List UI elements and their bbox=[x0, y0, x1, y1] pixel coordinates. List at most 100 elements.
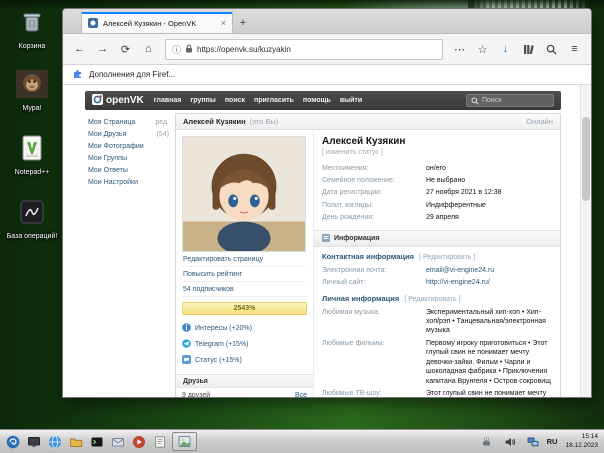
desktop-icon-label: Мура! bbox=[4, 105, 60, 113]
back-button[interactable]: ← bbox=[69, 39, 90, 60]
sidebar-item-my-settings[interactable]: Мои Настройки bbox=[86, 176, 171, 188]
field-label: Семейное положение: bbox=[322, 176, 426, 185]
vertical-scrollbar[interactable] bbox=[580, 85, 591, 397]
show-desktop-icon[interactable] bbox=[25, 433, 43, 451]
change-status-link[interactable]: [ изменить статус ] bbox=[322, 149, 552, 156]
field-value: Первому игроку приготовиться • Этот глуп… bbox=[426, 339, 552, 386]
tab-close-icon[interactable]: × bbox=[221, 19, 226, 28]
sidebar-item-my-groups[interactable]: Мои Группы bbox=[86, 152, 171, 164]
new-tab-button[interactable]: + bbox=[233, 13, 253, 33]
menu-icon[interactable]: ≡ bbox=[564, 39, 585, 60]
downloads-icon[interactable]: ↓ bbox=[495, 39, 516, 60]
edit-page-link[interactable]: Редактировать страницу bbox=[182, 252, 307, 267]
scrollbar-thumb[interactable] bbox=[582, 117, 590, 201]
addon-puzzle-icon bbox=[72, 68, 83, 81]
open-window-task-button[interactable] bbox=[172, 432, 197, 451]
desktop-icon-app[interactable]: База операций! bbox=[4, 198, 60, 241]
sidebar-item-my-answers[interactable]: Мои Ответы bbox=[86, 164, 171, 176]
trash-icon bbox=[18, 8, 46, 41]
file-manager-icon[interactable] bbox=[67, 433, 85, 451]
perk-interests[interactable]: Интересы (+20%) bbox=[182, 320, 307, 336]
personal-title-text: Личная информация bbox=[322, 294, 399, 303]
sidebar-item-label: Мои Фотографии bbox=[88, 143, 144, 150]
sidebar-item-label: Мои Ответы bbox=[88, 167, 128, 174]
site-sidebar: Моя Страница ред. Мои Друзья (54) Мои Фо… bbox=[85, 113, 175, 397]
personal-field-row: Любимые фильмы: Первому игроку приготови… bbox=[322, 337, 552, 387]
sidebar-item-my-friends[interactable]: Мои Друзья (54) bbox=[86, 128, 171, 140]
network-tray-icon[interactable] bbox=[524, 433, 542, 451]
search-icon[interactable] bbox=[541, 39, 562, 60]
mail-icon[interactable] bbox=[109, 433, 127, 451]
addon-notification-bar[interactable]: Дополнения для Firef... bbox=[63, 65, 591, 85]
nav-help[interactable]: помощь bbox=[303, 97, 331, 104]
library-icon[interactable] bbox=[518, 39, 539, 60]
media-player-icon[interactable] bbox=[130, 433, 148, 451]
profile-right-column: Алексей Кузякин [ изменить статус ] Мест… bbox=[314, 130, 560, 397]
profile-field-row: Местоимения: он/его bbox=[322, 162, 552, 174]
volume-tray-icon[interactable] bbox=[501, 433, 519, 451]
desktop-icon-photo[interactable]: Мура! bbox=[4, 70, 60, 113]
boost-rating-link[interactable]: Повысить рейтинг bbox=[182, 267, 307, 282]
profile-left-column: Редактировать страницу Повысить рейтинг … bbox=[176, 130, 314, 397]
forward-button[interactable]: → bbox=[92, 39, 113, 60]
address-bar[interactable]: ⓘ https://openvk.su/kuzyakin bbox=[165, 39, 443, 60]
rating-bar: 2543% bbox=[182, 302, 307, 315]
site-search-input[interactable] bbox=[482, 97, 552, 104]
nav-home[interactable]: главная bbox=[154, 97, 182, 104]
profile-avatar[interactable] bbox=[182, 136, 306, 252]
site-search-box[interactable] bbox=[466, 94, 554, 107]
friends-title: Друзья bbox=[183, 378, 208, 385]
website-link[interactable]: http://vi-engine24.ru/ bbox=[426, 278, 490, 287]
email-link[interactable]: email@vi-engine24.ru bbox=[426, 266, 494, 275]
system-tray: RU 15:14 18.12.2023 bbox=[478, 433, 600, 451]
sidebar-item-extra[interactable]: ред. bbox=[155, 119, 169, 126]
desktop-icon-notepad[interactable]: Notepad++ bbox=[4, 134, 60, 177]
nav-groups[interactable]: группы bbox=[190, 97, 215, 104]
tray-clock[interactable]: 15:14 18.12.2023 bbox=[562, 433, 598, 449]
subscribers-link[interactable]: 54 подписчиков bbox=[182, 282, 307, 297]
terminal-icon[interactable] bbox=[88, 433, 106, 451]
nav-logout[interactable]: выйти bbox=[340, 97, 362, 104]
page-actions-icon[interactable]: ⋯ bbox=[449, 39, 470, 60]
perk-telegram[interactable]: Telegram (+15%) bbox=[182, 336, 307, 352]
rating-value: 2543% bbox=[234, 305, 256, 312]
contact-edit-link[interactable]: [ Редактировать ] bbox=[419, 254, 475, 261]
usb-tray-icon[interactable] bbox=[478, 433, 496, 451]
field-label: День рождения: bbox=[322, 213, 426, 222]
contact-title-text: Контактная информация bbox=[322, 252, 414, 261]
profile-field-row: День рождения: 29 апреля bbox=[322, 212, 552, 224]
sidebar-item-my-page[interactable]: Моя Страница ред. bbox=[86, 116, 171, 128]
start-menu-button[interactable] bbox=[4, 433, 22, 451]
reload-button[interactable]: ⟳ bbox=[115, 39, 136, 60]
info-section-title: Информация bbox=[334, 235, 379, 242]
profile-name: Алексей Кузякин bbox=[322, 136, 552, 147]
personal-edit-link[interactable]: [ Редактировать ] bbox=[404, 296, 460, 303]
perk-status[interactable]: Статус (+15%) bbox=[182, 352, 307, 368]
nav-invite[interactable]: пригласить bbox=[254, 97, 294, 104]
bookmark-star-icon[interactable]: ☆ bbox=[472, 39, 493, 60]
friends-all-link[interactable]: Все bbox=[295, 392, 307, 397]
profile-field-row: Дата регистрации: 27 ноября 2021 в 12:38 bbox=[322, 187, 552, 199]
site-logo[interactable]: openVK bbox=[92, 94, 144, 108]
keyboard-layout-indicator[interactable]: RU bbox=[547, 437, 558, 446]
url-text: https://openvk.su/kuzyakin bbox=[197, 45, 291, 54]
personal-field-row: Любимая музыка: Экспериментальный хип-хо… bbox=[322, 306, 552, 337]
field-value: Экспериментальный хип-хоп • Хип-хоп/рэп … bbox=[426, 308, 552, 336]
field-label: Любимая музыка: bbox=[322, 308, 426, 336]
friends-summary-row: 9 друзей Все bbox=[182, 388, 307, 397]
sidebar-item-my-photos[interactable]: Мои Фотографии bbox=[86, 140, 171, 152]
desktop-icon-trash[interactable]: Корзина bbox=[4, 8, 60, 51]
text-editor-icon[interactable] bbox=[151, 433, 169, 451]
lock-icon bbox=[185, 40, 193, 58]
browser-tab[interactable]: Алексей Кузякин - OpenVK × bbox=[81, 12, 233, 33]
browser-window: Алексей Кузякин - OpenVK × + ← → ⟳ ⌂ ⓘ h… bbox=[62, 8, 592, 398]
site-logo-text: openVK bbox=[106, 95, 144, 106]
tab-strip[interactable]: Алексей Кузякин - OpenVK × + bbox=[63, 9, 591, 34]
field-value: Не выбрано bbox=[426, 176, 465, 185]
browser-launcher-icon[interactable] bbox=[46, 433, 64, 451]
home-button[interactable]: ⌂ bbox=[138, 39, 159, 60]
site-info-icon[interactable]: ⓘ bbox=[172, 43, 181, 56]
profile-header: Алексей Кузякин (это Вы) Онлайн bbox=[176, 114, 560, 130]
nav-search[interactable]: поиск bbox=[225, 97, 245, 104]
page-body: Моя Страница ред. Мои Друзья (54) Мои Фо… bbox=[85, 113, 561, 397]
